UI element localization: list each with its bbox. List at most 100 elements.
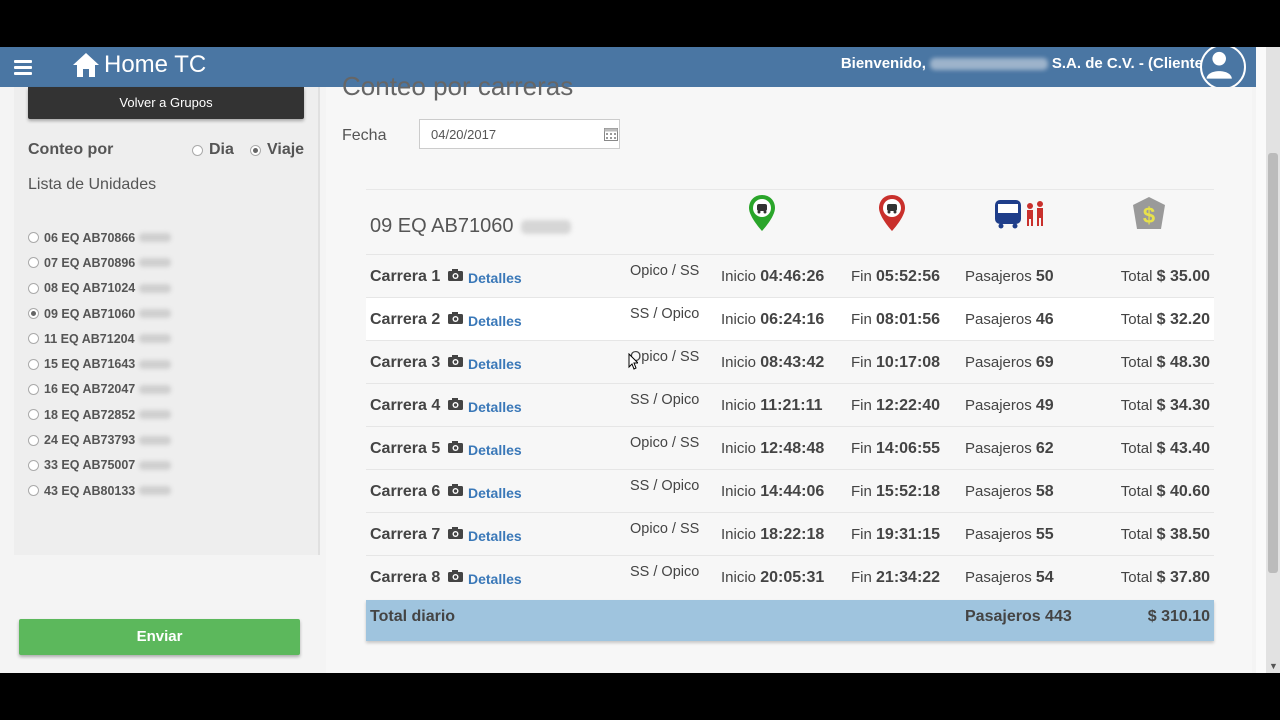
trips-card: 09 EQ AB71060 $ Carrera 1 Detalles Opico… — [366, 189, 1214, 641]
trip-end: Fin 21:34:22 — [851, 569, 940, 587]
radio-dia[interactable]: Dia — [192, 141, 234, 159]
radio-dia-label: Dia — [209, 141, 234, 158]
pasajeros-count: 58 — [1035, 483, 1054, 500]
unit-list-item[interactable]: 24 EQ AB73793 — [28, 427, 172, 452]
unit-label: 24 EQ AB73793 — [44, 433, 136, 448]
unit-list-item[interactable]: 08 EQ AB71024 — [28, 276, 172, 301]
pasajeros-count: 62 — [1035, 440, 1054, 457]
redacted-unit-suffix — [521, 219, 572, 234]
redacted-unit-suffix — [139, 435, 172, 445]
pasajeros-label: Pasajeros — [965, 268, 1032, 285]
detalles-link[interactable]: Detalles — [468, 356, 522, 372]
menu-icon[interactable] — [14, 57, 32, 77]
detalles-link[interactable]: Detalles — [468, 313, 522, 329]
unit-radio[interactable] — [28, 257, 39, 269]
start-location-icon — [749, 195, 775, 231]
pasajeros-label: Pasajeros — [965, 397, 1032, 414]
welcome-text: Bienvenido, S.A. de C.V. - (Cliente) — [841, 55, 1208, 72]
fin-label: Fin — [851, 268, 872, 285]
unit-list-item[interactable]: 15 EQ AB71643 — [28, 351, 172, 376]
fecha-date-input[interactable]: 04/20/2017 — [419, 119, 620, 149]
total-label: Total — [1120, 526, 1153, 543]
trip-start: Inicio 14:44:06 — [721, 483, 824, 501]
unit-label: 07 EQ AB70896 — [44, 255, 136, 270]
unit-radio[interactable] — [28, 485, 39, 497]
trip-passengers: Pasajeros 54 — [965, 569, 1054, 587]
camera-icon — [448, 269, 463, 281]
unit-list-item[interactable]: 18 EQ AB72852 — [28, 402, 172, 427]
unit-radio[interactable] — [28, 308, 39, 320]
detalles-link[interactable]: Detalles — [468, 571, 522, 587]
money-icon: $ — [1133, 197, 1165, 229]
pasajeros-label: Pasajeros — [965, 311, 1032, 328]
trip-name: Carrera 7 — [370, 526, 441, 543]
fecha-value: 04/20/2017 — [431, 127, 497, 142]
total-amount: $ 37.80 — [1156, 569, 1210, 586]
fin-time: 10:17:08 — [876, 354, 941, 371]
fin-time: 19:31:15 — [876, 526, 941, 543]
redacted-unit-suffix — [139, 258, 172, 268]
total-label: Total — [1120, 268, 1153, 285]
unit-list-item[interactable]: 07 EQ AB70896 — [28, 250, 172, 275]
inicio-time: 12:48:48 — [760, 440, 825, 457]
unit-list-item[interactable]: 06 EQ AB70866 — [28, 225, 172, 250]
unit-list-item[interactable]: 33 EQ AB75007 — [28, 453, 172, 478]
unit-radio[interactable] — [28, 383, 39, 395]
redacted-unit-suffix — [139, 233, 172, 243]
fecha-label: Fecha — [342, 127, 387, 144]
scrollbar-thumb[interactable] — [1268, 153, 1278, 573]
radio-viaje[interactable]: Viaje — [250, 141, 304, 159]
main-content: Conteo por carreras Fecha 04/20/2017 09 … — [326, 71, 1252, 673]
redacted-unit-suffix — [139, 309, 172, 319]
trip-passengers: Pasajeros 55 — [965, 526, 1054, 544]
unit-label: 09 EQ AB71060 — [44, 306, 136, 321]
detalles-link[interactable]: Detalles — [468, 270, 522, 286]
radio-viaje-circle[interactable] — [250, 144, 261, 156]
unit-radio[interactable] — [28, 409, 39, 421]
pasajeros-label: Pasajeros — [965, 440, 1032, 457]
trip-passengers: Pasajeros 50 — [965, 268, 1054, 286]
fin-label: Fin — [851, 569, 872, 586]
inicio-label: Inicio — [721, 483, 757, 500]
trip-end: Fin 19:31:15 — [851, 526, 940, 544]
pasajeros-count: 46 — [1035, 311, 1054, 328]
unit-list-item[interactable]: 43 EQ AB80133 — [28, 478, 172, 503]
inicio-time: 08:43:42 — [760, 354, 825, 371]
detalles-link[interactable]: Detalles — [468, 399, 522, 415]
enviar-button[interactable]: Enviar — [19, 619, 300, 655]
unit-list-item[interactable]: 16 EQ AB72047 — [28, 377, 172, 402]
home-link[interactable]: Home TC — [72, 51, 206, 79]
trip-end: Fin 08:01:56 — [851, 311, 940, 329]
trip-start: Inicio 20:05:31 — [721, 569, 824, 587]
trip-passengers: Pasajeros 46 — [965, 311, 1054, 329]
detalles-link[interactable]: Detalles — [468, 485, 522, 501]
camera-icon — [448, 570, 463, 582]
unit-list-item[interactable]: 09 EQ AB71060 — [28, 301, 172, 326]
unit-title-text: 09 EQ AB71060 — [370, 215, 514, 237]
unit-radio[interactable] — [28, 232, 39, 244]
scroll-down-arrow-icon[interactable]: ▼ — [1269, 661, 1278, 671]
unit-radio[interactable] — [28, 358, 39, 370]
trip-name: Carrera 8 — [370, 569, 441, 586]
trip-start: Inicio 18:22:18 — [721, 526, 824, 544]
camera-icon — [448, 312, 463, 324]
total-pasajeros: Pasajeros 443 — [965, 608, 1072, 625]
calendar-icon[interactable] — [604, 127, 618, 141]
page-scrollbar[interactable]: ▼ — [1266, 47, 1280, 673]
unit-radio[interactable] — [28, 434, 39, 446]
unit-radio[interactable] — [28, 282, 39, 294]
trip-row: Carrera 5 Detalles Opico / SS Inicio 12:48:… — [366, 426, 1214, 470]
radio-dia-circle[interactable] — [192, 144, 203, 156]
inicio-label: Inicio — [721, 526, 757, 543]
user-avatar-icon[interactable] — [1200, 47, 1246, 90]
pasajeros-count: 50 — [1035, 268, 1054, 285]
detalles-link[interactable]: Detalles — [468, 528, 522, 544]
unit-radio[interactable] — [28, 459, 39, 471]
trip-start: Inicio 04:46:26 — [721, 268, 824, 286]
volver-a-grupos-button[interactable]: Volver a Grupos — [28, 87, 304, 119]
trip-end: Fin 14:06:55 — [851, 440, 940, 458]
unit-radio[interactable] — [28, 333, 39, 345]
detalles-link[interactable]: Detalles — [468, 442, 522, 458]
unit-list-item[interactable]: 11 EQ AB71204 — [28, 326, 171, 351]
pasajeros-label: Pasajeros — [965, 526, 1032, 543]
